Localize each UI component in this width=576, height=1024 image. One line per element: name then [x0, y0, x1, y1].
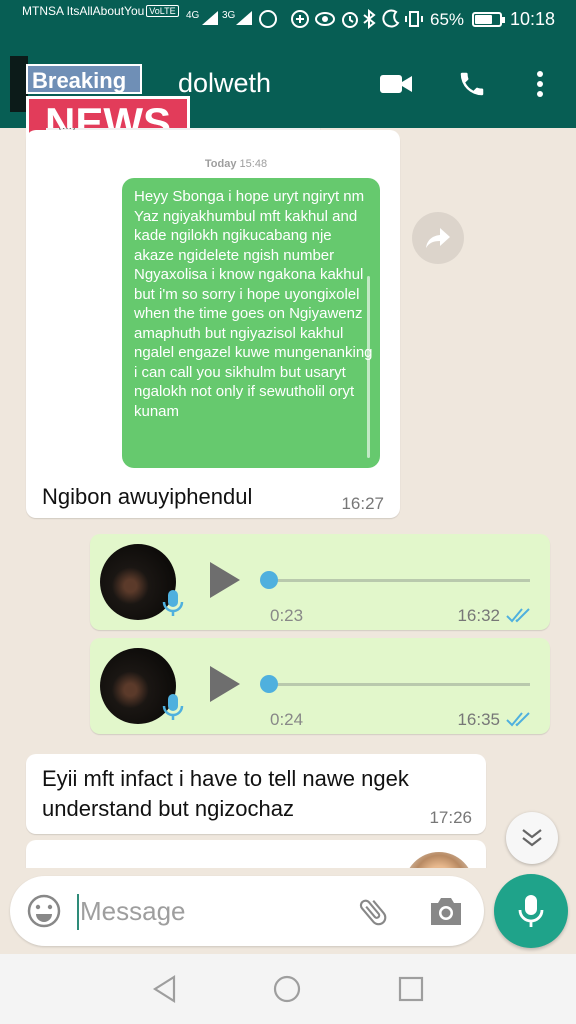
read-ticks-icon — [506, 712, 530, 727]
signal-icon-2 — [236, 11, 252, 25]
audio-progress-knob[interactable] — [260, 675, 278, 693]
mic-icon — [518, 895, 544, 927]
play-icon[interactable] — [208, 560, 242, 600]
more-options-button[interactable] — [518, 62, 562, 106]
video-call-button[interactable] — [374, 62, 418, 106]
do-not-disturb-icon — [382, 9, 400, 28]
message-composer — [10, 876, 484, 946]
audio-progress-knob[interactable] — [260, 571, 278, 589]
battery-icon — [472, 12, 505, 27]
nav-home-icon[interactable] — [272, 974, 302, 1004]
message-text: Ngibon awuyiphendul — [42, 484, 253, 509]
emoji-icon[interactable] — [26, 893, 62, 929]
nav-recents-icon[interactable] — [396, 974, 426, 1004]
quote-scrollbar — [367, 276, 370, 458]
message-time: 17:26 — [429, 808, 472, 827]
network-4g-label: 4G — [186, 10, 200, 21]
forward-icon — [426, 228, 450, 248]
more-options-icon — [537, 71, 543, 97]
message-time: 16:27 — [341, 494, 384, 513]
read-ticks-icon — [506, 608, 530, 623]
status-bar: MTNSA ItsAllAboutYou VoLTE 4G 3G 65% 10:1… — [0, 0, 576, 40]
message-time: 16:35 — [457, 710, 500, 729]
date-separator: Today 15:48 — [204, 158, 268, 170]
incoming-message-bubble[interactable]: Eyii mft infact i have to tell nawe ngek… — [26, 754, 486, 834]
record-voice-button[interactable] — [494, 874, 568, 948]
quoted-message[interactable]: Heyy Sbonga i hope uryt ngiryt nm Yaz ng… — [122, 178, 380, 468]
scroll-down-icon — [522, 829, 542, 847]
play-icon[interactable] — [208, 664, 242, 704]
chat-header: dolweth Breaking NEWS — [0, 40, 576, 146]
phone-icon — [460, 72, 484, 96]
quoted-text: Heyy Sbonga i hope uryt ngiryt nm Yaz ng… — [134, 188, 373, 420]
message-text: Eyii mft infact i have to tell nawe ngek… — [42, 766, 409, 821]
breaking-label: Breaking — [26, 64, 142, 94]
message-time: 16:32 — [457, 606, 500, 625]
carrier-label: MTNSA ItsAllAboutYou VoLTE — [22, 4, 179, 18]
status-time: 10:18 — [510, 9, 556, 29]
voice-call-button[interactable] — [450, 62, 494, 106]
battery-percent: 65% — [430, 10, 465, 29]
audio-progress-track[interactable] — [268, 683, 530, 686]
volte-badge: VoLTE — [146, 5, 179, 17]
signal-icon — [202, 11, 218, 25]
vibrate-icon — [405, 11, 423, 27]
scroll-down-button[interactable] — [506, 812, 558, 864]
reply-message-bubble[interactable]: Today 15:48 Heyy Sbonga i hope uryt ngir… — [26, 130, 400, 518]
data-saver-icon — [291, 10, 309, 28]
bluetooth-icon — [363, 9, 376, 29]
incoming-message-bubble-partial[interactable] — [26, 840, 486, 868]
mic-badge-icon — [162, 590, 184, 616]
audio-progress-track[interactable] — [268, 579, 530, 582]
image-thumbnail[interactable] — [404, 852, 474, 868]
audio-duration: 0:23 — [270, 606, 304, 625]
chat-area[interactable]: (...) Today 15:48 Heyy Sbonga i hope ury… — [0, 128, 576, 868]
voice-message-bubble[interactable]: 0:24 16:35 — [90, 638, 550, 734]
nav-back-icon[interactable] — [150, 974, 180, 1004]
message-input[interactable] — [80, 890, 340, 932]
camera-icon[interactable] — [428, 894, 464, 928]
attach-icon[interactable] — [356, 894, 390, 930]
mic-badge-icon — [162, 694, 184, 720]
system-nav-bar — [0, 954, 576, 1024]
eye-comfort-icon — [315, 12, 335, 26]
forward-button[interactable] — [412, 212, 464, 264]
alarm-icon — [342, 12, 358, 28]
battery-fill — [475, 15, 492, 24]
audio-duration: 0:24 — [270, 710, 304, 729]
voice-message-bubble[interactable]: 0:23 16:32 — [90, 534, 550, 630]
video-call-icon — [380, 75, 412, 93]
text-cursor — [77, 894, 79, 930]
whatsapp-notification-icon — [259, 10, 277, 28]
breaking-news-overlay: Breaking NEWS — [26, 64, 192, 146]
